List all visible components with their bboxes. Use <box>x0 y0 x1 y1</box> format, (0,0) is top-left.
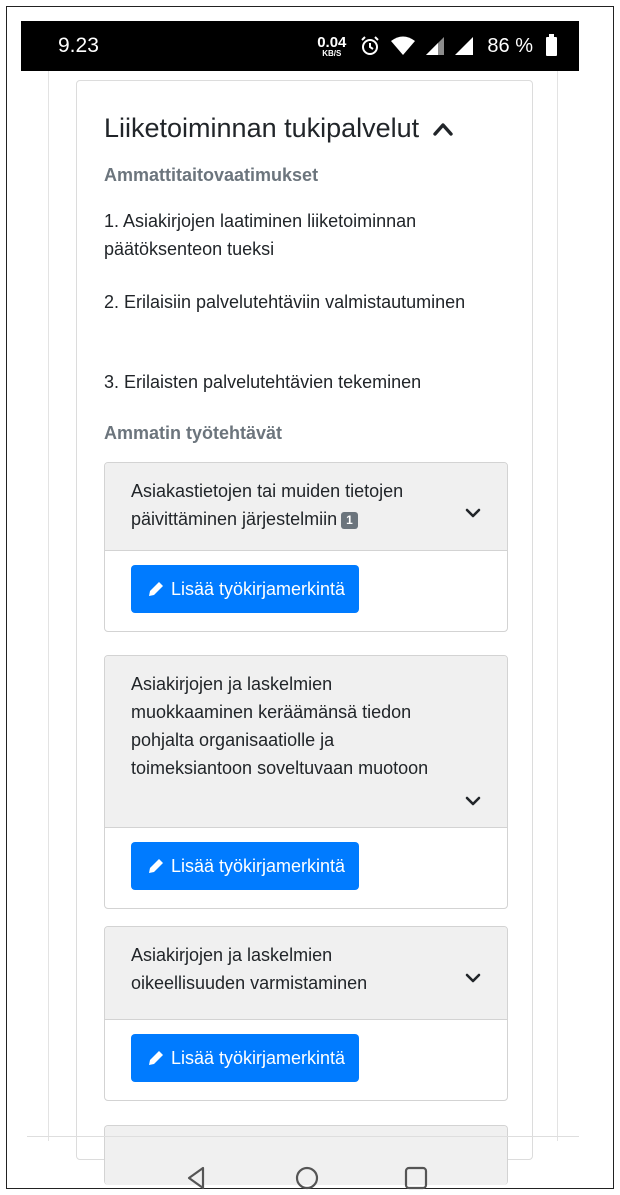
section-title-text: Liiketoiminnan tukipalvelut <box>104 113 420 143</box>
pencil-icon <box>149 1051 163 1065</box>
task-header[interactable]: Asiakastietojen tai muiden tietojen päiv… <box>105 463 507 551</box>
network-speed-unit: KB/S <box>322 48 342 58</box>
requirement-item: 2. Erilaisiin palvelutehtäviin valmistau… <box>104 292 466 312</box>
status-time: 9.23 <box>58 34 99 57</box>
task-body: Lisää työkirjamerkintä <box>105 1020 507 1096</box>
task-card: Asiakirjojen ja laskelmien oikeellisuude… <box>104 926 508 1101</box>
task-card: Asiakastietojen tai muiden tietojen päiv… <box>104 462 508 632</box>
add-workbook-entry-label: Lisää työkirjamerkintä <box>171 578 346 599</box>
network-speed-value: 0.04 <box>317 33 347 51</box>
task-card: Asiakirjojen ja laskelmien muokkaaminen … <box>104 655 508 909</box>
back-icon[interactable] <box>182 1163 212 1193</box>
subject-card: Liiketoiminnan tukipalvelut Ammattitaito… <box>76 80 533 1185</box>
tasks-heading: Ammatin työtehtävät <box>104 423 283 443</box>
battery-percent: 86 % <box>487 34 533 57</box>
add-workbook-entry-label: Lisää työkirjamerkintä <box>171 1047 346 1068</box>
chevron-up-icon[interactable] <box>433 119 453 139</box>
signal-icon <box>455 37 474 55</box>
alarm-icon <box>361 36 380 55</box>
status-icons: 0.04 KB/S 86 % <box>317 33 557 58</box>
add-workbook-entry-button[interactable]: Lisää työkirjamerkintä <box>131 842 360 890</box>
chevron-down-icon[interactable] <box>465 507 481 519</box>
add-workbook-entry-button[interactable]: Lisää työkirjamerkintä <box>131 1034 360 1082</box>
task-body: Lisää työkirjamerkintä <box>105 551 507 627</box>
system-nav-bar <box>0 1163 620 1195</box>
section-title[interactable]: Liiketoiminnan tukipalvelut <box>104 113 453 144</box>
task-title: Asiakirjojen ja laskelmien oikeellisuude… <box>131 945 368 993</box>
pencil-icon <box>149 582 163 596</box>
task-header[interactable]: Asiakirjojen ja laskelmien oikeellisuude… <box>105 927 507 1020</box>
network-speed: 0.04 KB/S <box>317 35 346 58</box>
page-content: Liiketoiminnan tukipalvelut Ammattitaito… <box>48 71 558 1185</box>
chevron-down-icon[interactable] <box>465 795 481 807</box>
add-workbook-entry-label: Lisää työkirjamerkintä <box>171 855 346 876</box>
requirements-heading: Ammattitaitovaatimukset <box>104 165 319 185</box>
home-icon[interactable] <box>292 1163 322 1193</box>
divider <box>27 1136 579 1137</box>
recents-icon[interactable] <box>401 1163 431 1193</box>
add-workbook-entry-button[interactable]: Lisää työkirjamerkintä <box>131 565 360 613</box>
signal-icon <box>426 37 445 55</box>
pencil-icon <box>149 859 163 873</box>
task-header[interactable]: Asiakirjojen ja laskelmien muokkaaminen … <box>105 656 507 828</box>
task-title: Asiakirjojen ja laskelmien muokkaaminen … <box>131 674 429 778</box>
requirement-item: 1. Asiakirjojen laatiminen liiketoiminna… <box>104 211 417 259</box>
requirement-item: 3. Erilaisten palvelutehtävien tekeminen <box>104 372 422 392</box>
chevron-down-icon[interactable] <box>465 972 481 984</box>
status-bar: 9.23 0.04 KB/S 86 % <box>21 21 579 71</box>
task-title: Asiakastietojen tai muiden tietojen päiv… <box>131 481 404 529</box>
task-body: Lisää työkirjamerkintä <box>105 828 507 904</box>
task-count-badge: 1 <box>341 511 358 529</box>
battery-icon <box>546 33 557 56</box>
wifi-icon <box>391 36 416 55</box>
